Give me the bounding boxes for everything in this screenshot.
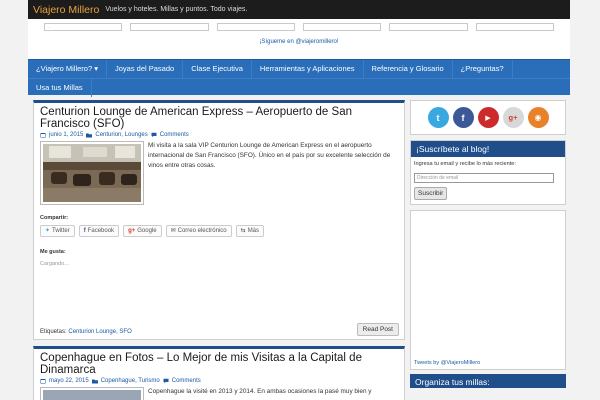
post-thumbnail[interactable] xyxy=(40,141,144,205)
googleplus-icon: g+ xyxy=(128,227,136,234)
follow-link[interactable]: ¡Sígueme en @viajeromillero! xyxy=(28,39,570,45)
share-email-button[interactable]: ✉ Correo electrónico xyxy=(165,225,232,237)
nav-item-referencia[interactable]: Referencia y Glosario xyxy=(364,60,453,78)
header-slot-5[interactable] xyxy=(389,23,468,31)
comment-icon xyxy=(163,378,169,384)
post-date[interactable]: junio 1, 2015 xyxy=(49,132,83,138)
site-description: Vuelos y hoteles. Millas y puntos. Todo … xyxy=(105,6,248,13)
nav-item-joyas-del-pasado[interactable]: Joyas del Pasado xyxy=(107,60,184,78)
post-tags: Etiquetas: Centurion Lounge, SFO xyxy=(40,329,132,335)
post-card: Centurion Lounge de American Express – A… xyxy=(33,100,405,340)
share-google-label: Google xyxy=(137,227,157,234)
nav-item-herramientas[interactable]: Herramientas y Aplicaciones xyxy=(252,60,364,78)
subscribe-widget: ¡Suscríbete al blog! Ingresa tu email y … xyxy=(410,140,566,205)
main-content: Centurion Lounge de American Express – A… xyxy=(33,100,405,400)
share-facebook-button[interactable]: f Facebook xyxy=(78,225,120,237)
folder-icon xyxy=(91,378,98,384)
post-thumbnail[interactable] xyxy=(40,387,144,400)
folder-icon xyxy=(86,132,93,138)
twitter-bird-icon: ✦ xyxy=(45,227,51,234)
share-more-button[interactable]: ⇆ Más xyxy=(235,225,265,237)
share-more-label: Más xyxy=(247,227,260,234)
site-title[interactable]: Viajero Millero xyxy=(33,4,99,16)
nav-item-usa-tus-millas[interactable]: Usa tus Millas xyxy=(28,78,92,97)
post-categories[interactable]: Copenhague, Turismo xyxy=(101,378,160,384)
header-area: ... ¡Sígueme en @viajeromillero! xyxy=(28,19,570,59)
post-date[interactable]: mayo 22, 2015 xyxy=(49,378,89,384)
post-card: Copenhague en Fotos – Lo Mejor de mis Vi… xyxy=(33,346,405,400)
post-categories[interactable]: Centurion, Lounges xyxy=(95,132,147,138)
envelope-icon: ✉ xyxy=(170,227,176,234)
email-field[interactable]: Dirección de email xyxy=(414,173,554,183)
facebook-icon[interactable]: f xyxy=(452,107,474,128)
header-slot-6[interactable] xyxy=(475,23,554,31)
tags-label: Etiquetas: xyxy=(40,329,67,335)
calendar-icon xyxy=(40,132,46,138)
subscribe-title: ¡Suscríbete al blog! xyxy=(411,141,565,157)
subscribe-text: Ingresa tu email y recibe lo más recient… xyxy=(414,161,516,167)
share-google-button[interactable]: g+ Google xyxy=(123,225,162,237)
calendar-icon xyxy=(40,378,46,384)
nav-item-viajero-millero[interactable]: ¿Viajero Millero? ▾ xyxy=(28,60,107,78)
share-email-label: Correo electrónico xyxy=(177,227,227,234)
loading-text: Cargando... xyxy=(40,261,69,267)
social-icons: t f ▶ g+ ◉ xyxy=(410,100,566,135)
subscribe-button[interactable]: Suscribir xyxy=(414,187,448,200)
googleplus-icon[interactable]: g+ xyxy=(502,107,524,128)
share-buttons: ✦ Twitter f Facebook g+ Google ✉ Correo … xyxy=(40,225,398,237)
main-nav: ¿Viajero Millero? ▾ Joyas del Pasado Cla… xyxy=(28,59,570,97)
like-label: Me gusta: xyxy=(40,249,66,255)
post-comments[interactable]: Comments xyxy=(172,378,201,384)
facebook-icon: f xyxy=(83,227,86,234)
nav-item-clase-ejecutiva[interactable]: Clase Ejecutiva xyxy=(183,60,252,78)
header-slot-4[interactable] xyxy=(302,23,382,31)
sidebar: t f ▶ g+ ◉ ¡Suscríbete al blog! Ingresa … xyxy=(410,100,566,388)
share-facebook-label: Facebook xyxy=(87,227,115,234)
post-title[interactable]: Copenhague en Fotos – Lo Mejor de mis Vi… xyxy=(40,352,398,376)
organize-title: Organiza tus millas: xyxy=(410,374,566,388)
tweets-widget: Tweets by @ViajeroMillero xyxy=(410,210,566,370)
rss-icon[interactable]: ◉ xyxy=(527,107,549,128)
top-bar: Viajero Millero Vuelos y hoteles. Millas… xyxy=(28,0,570,19)
nav-item-preguntas[interactable]: ¿Preguntas? xyxy=(453,60,513,78)
post-excerpt: Copenhague la visité en 2013 y 2014. En … xyxy=(148,388,372,395)
post-meta: junio 1, 2015 Centurion, Lounges Comment… xyxy=(40,132,398,138)
share-label: Compartir: xyxy=(40,215,69,221)
twitter-icon[interactable]: t xyxy=(427,107,449,128)
read-post-button[interactable]: Read Post xyxy=(356,323,399,336)
header-slots: ... xyxy=(44,23,554,31)
header-slot-1[interactable]: ... xyxy=(44,23,123,31)
share-twitter-button[interactable]: ✦ Twitter xyxy=(40,225,75,237)
share-icon: ⇆ xyxy=(240,227,246,234)
tweets-link[interactable]: Tweets by @ViajeroMillero xyxy=(414,360,480,366)
post-excerpt: Mi visita a la sala VIP Centurion Lounge… xyxy=(148,142,391,169)
youtube-icon[interactable]: ▶ xyxy=(477,107,499,128)
tag-links[interactable]: Centurion Lounge, SFO xyxy=(68,329,131,335)
header-slot-2[interactable] xyxy=(130,23,209,31)
post-title[interactable]: Centurion Lounge de American Express – A… xyxy=(40,106,398,130)
comment-icon xyxy=(151,132,157,138)
post-meta: mayo 22, 2015 Copenhague, Turismo Commen… xyxy=(40,378,398,384)
share-twitter-label: Twitter xyxy=(52,227,70,234)
post-comments[interactable]: Comments xyxy=(160,132,189,138)
header-slot-3[interactable] xyxy=(216,23,295,31)
